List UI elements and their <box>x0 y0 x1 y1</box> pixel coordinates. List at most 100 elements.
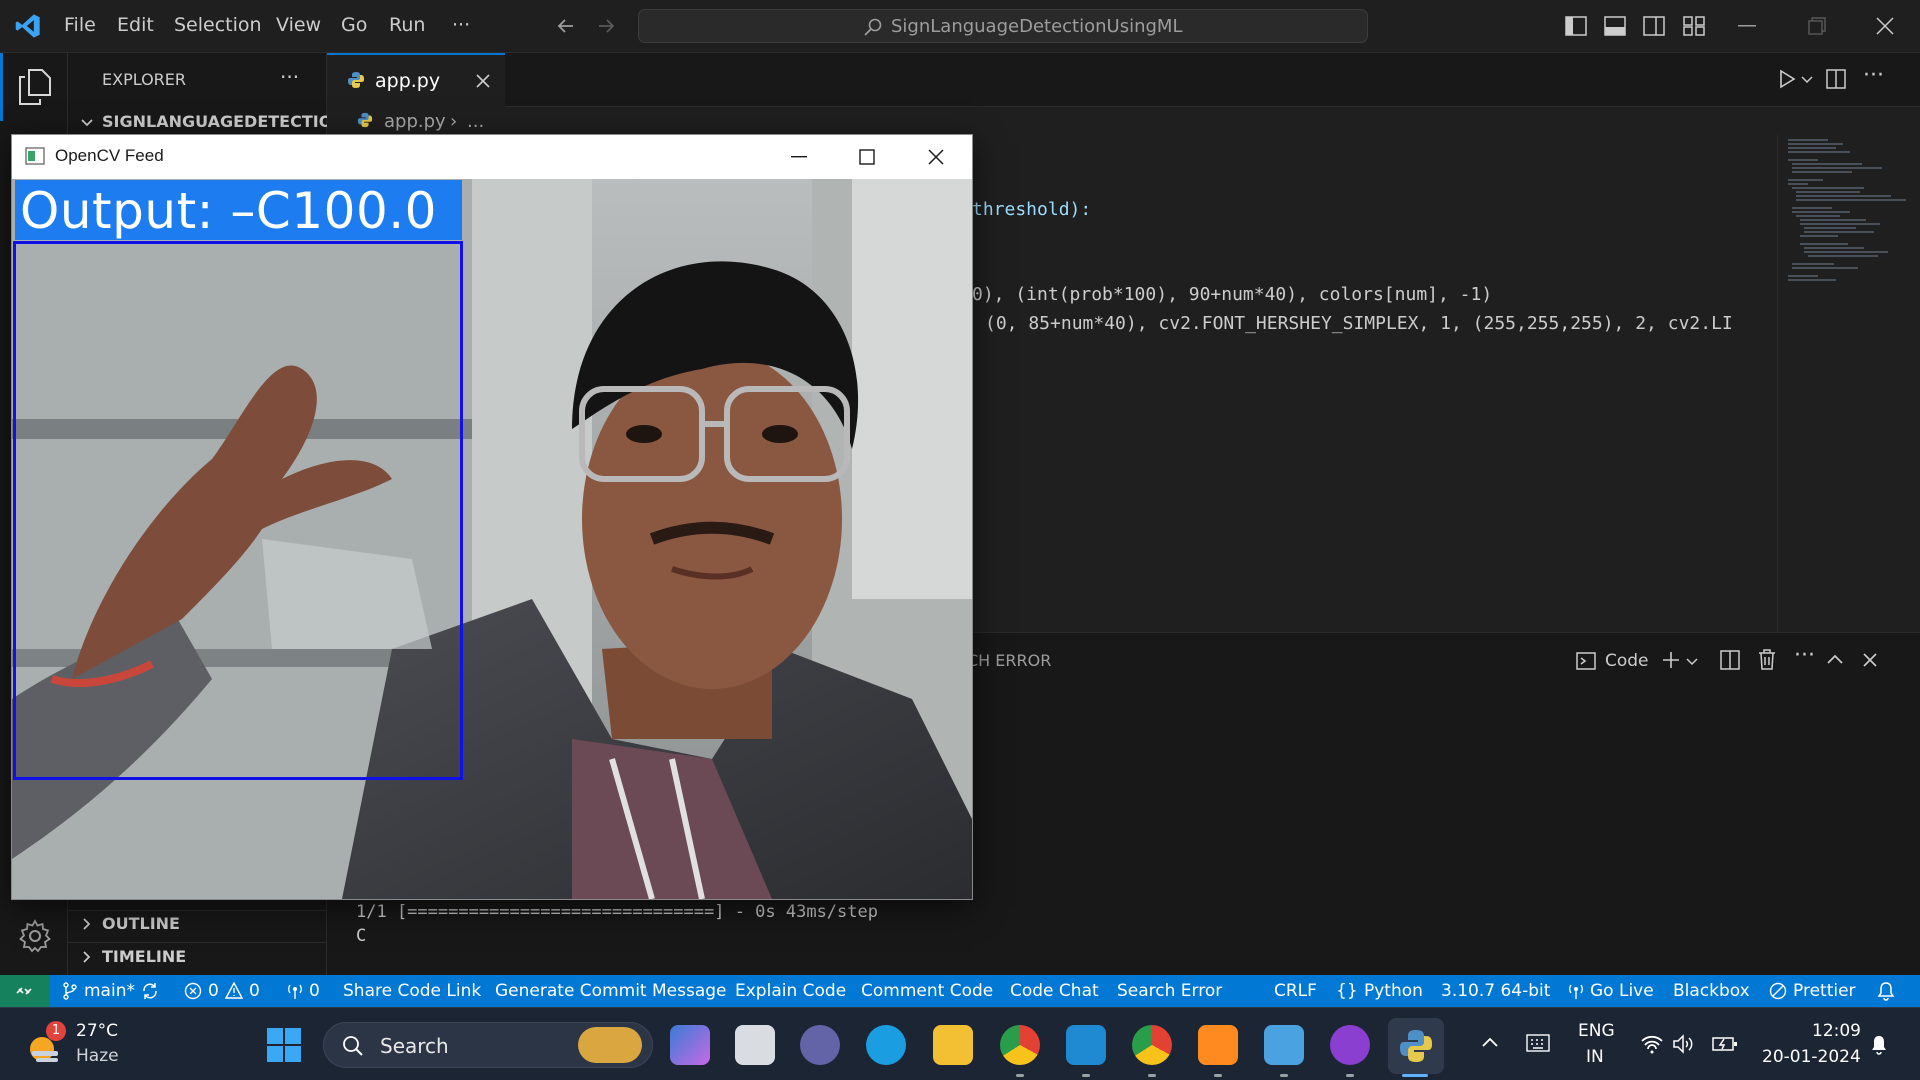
language-mode[interactable]: Python <box>1364 981 1423 1001</box>
notification-bell-icon[interactable] <box>1869 1034 1889 1056</box>
tab-app-py[interactable]: app.py <box>327 53 505 107</box>
notifications-bell-icon[interactable] <box>1877 981 1895 1001</box>
code-line: threshold): <box>972 199 1092 220</box>
weather-desc[interactable]: Haze <box>76 1046 119 1066</box>
copilot-icon[interactable] <box>670 1025 710 1065</box>
prediction-output-text: Output: –C100.0 <box>20 182 437 240</box>
explorer-files-icon[interactable] <box>18 69 52 105</box>
python-app-button[interactable] <box>1388 1018 1444 1074</box>
panel-more-icon[interactable]: ··· <box>1794 643 1815 668</box>
task-view-icon[interactable] <box>735 1025 775 1065</box>
chrome-profile-icon[interactable] <box>1132 1025 1172 1065</box>
chevron-right-icon[interactable] <box>80 917 94 931</box>
menu-view[interactable]: View <box>276 14 321 36</box>
trash-icon[interactable] <box>1758 649 1776 670</box>
tab-label: app.py <box>375 70 441 92</box>
close-window-icon[interactable] <box>1876 17 1894 35</box>
error-count[interactable]: 0 <box>208 981 219 1001</box>
github-desktop-icon[interactable] <box>1330 1025 1370 1065</box>
chevron-down-icon[interactable] <box>1801 75 1813 85</box>
split-editor-icon[interactable] <box>1826 69 1846 89</box>
command-center[interactable]: SignLanguageDetectionUsingML <box>638 9 1368 43</box>
battery-charging-icon[interactable] <box>1712 1034 1738 1054</box>
chevron-right-icon[interactable] <box>80 950 94 964</box>
new-terminal-icon[interactable] <box>1661 650 1681 670</box>
taskbar-search-box[interactable]: Search <box>323 1022 653 1068</box>
active-indicator <box>0 53 3 121</box>
vscode-taskbar-icon[interactable] <box>1066 1025 1106 1065</box>
running-indicator <box>1082 1074 1090 1077</box>
chevron-down-icon[interactable] <box>1686 657 1698 667</box>
restore-icon[interactable] <box>1808 17 1826 35</box>
chevron-up-icon[interactable] <box>1481 1036 1499 1048</box>
run-icon[interactable] <box>1777 69 1797 89</box>
back-arrow-icon[interactable] <box>555 15 577 37</box>
prettier-check-icon <box>1769 982 1787 1000</box>
keyboard-icon[interactable] <box>1526 1034 1550 1052</box>
menu-file[interactable]: File <box>64 14 96 36</box>
remote-indicator[interactable] <box>0 975 50 1007</box>
toggle-sidebar-icon[interactable] <box>1565 16 1587 36</box>
minimize-icon[interactable] <box>791 156 807 158</box>
git-branch[interactable]: main* <box>84 981 135 1001</box>
teams-chat-icon[interactable] <box>800 1025 840 1065</box>
tab-close-icon[interactable] <box>475 73 491 89</box>
forward-arrow-icon[interactable] <box>595 15 617 37</box>
chrome-icon[interactable] <box>1000 1025 1040 1065</box>
explain-code[interactable]: Explain Code <box>735 981 846 1001</box>
toggle-secondary-sidebar-icon[interactable] <box>1643 16 1665 36</box>
sync-icon[interactable] <box>141 982 159 1000</box>
prettier[interactable]: Prettier <box>1793 981 1856 1001</box>
volume-icon[interactable] <box>1672 1034 1694 1054</box>
windows-start-icon[interactable] <box>266 1027 302 1063</box>
ports-count[interactable]: 0 <box>309 981 320 1001</box>
warning-count[interactable]: 0 <box>249 981 260 1001</box>
timeline-section[interactable]: TIMELINE <box>102 947 186 966</box>
edge-browser-icon[interactable] <box>866 1025 906 1065</box>
comment-code[interactable]: Comment Code <box>861 981 993 1001</box>
panel-tab-fragment[interactable]: CH ERROR <box>967 651 1051 670</box>
project-folder-header[interactable]: SIGNLANGUAGEDETECTIO... <box>102 112 350 131</box>
blackbox[interactable]: Blackbox <box>1673 981 1750 1001</box>
maximize-icon[interactable] <box>859 149 875 165</box>
clock-time[interactable]: 12:09 <box>1812 1021 1861 1041</box>
breadcrumb-file[interactable]: app.py <box>384 111 446 132</box>
menu-more[interactable]: ··· <box>452 14 470 36</box>
go-live[interactable]: Go Live <box>1590 981 1654 1001</box>
toggle-panel-icon[interactable] <box>1604 16 1626 36</box>
menu-run[interactable]: Run <box>389 14 425 36</box>
generate-commit-message[interactable]: Generate Commit Message <box>495 981 727 1001</box>
input-language[interactable]: ENG <box>1578 1021 1615 1041</box>
sublime-text-icon[interactable] <box>1198 1025 1238 1065</box>
outline-section[interactable]: OUTLINE <box>102 914 180 933</box>
close-icon[interactable] <box>928 149 944 165</box>
explorer-more-button[interactable]: ··· <box>280 65 299 89</box>
minimap[interactable] <box>1777 135 1920 632</box>
menu-selection[interactable]: Selection <box>174 14 262 36</box>
customize-layout-icon[interactable] <box>1683 16 1705 36</box>
chevron-down-icon[interactable] <box>80 116 94 130</box>
opencv-title-bar[interactable]: OpenCV Feed <box>12 135 972 179</box>
code-chat[interactable]: Code Chat <box>1010 981 1099 1001</box>
input-region[interactable]: IN <box>1586 1047 1604 1067</box>
python-interpreter[interactable]: 3.10.7 64-bit <box>1441 981 1550 1001</box>
file-explorer-icon[interactable] <box>933 1025 973 1065</box>
maximize-panel-icon[interactable] <box>1826 652 1844 666</box>
split-terminal-icon[interactable] <box>1720 650 1740 670</box>
clock-date[interactable]: 20-01-2024 <box>1762 1047 1861 1067</box>
terminal-name[interactable]: Code <box>1605 651 1649 671</box>
share-code-link[interactable]: Share Code Link <box>343 981 481 1001</box>
close-panel-icon[interactable] <box>1862 652 1878 668</box>
weather-temp[interactable]: 27°C <box>76 1021 118 1041</box>
line-ending[interactable]: CRLF <box>1274 981 1317 1001</box>
more-actions-icon[interactable]: ··· <box>1863 63 1884 88</box>
wifi-icon[interactable] <box>1640 1034 1664 1054</box>
minimize-icon[interactable] <box>1738 25 1756 27</box>
search-error[interactable]: Search Error <box>1117 981 1222 1001</box>
breadcrumb-symbol[interactable]: ... <box>467 111 484 132</box>
menu-edit[interactable]: Edit <box>117 14 154 36</box>
opencv-window[interactable]: OpenCV Feed Output: –C100.0 <box>11 134 973 900</box>
control-panel-icon[interactable] <box>1264 1025 1304 1065</box>
menu-go[interactable]: Go <box>341 14 367 36</box>
settings-gear-icon[interactable] <box>17 918 53 954</box>
